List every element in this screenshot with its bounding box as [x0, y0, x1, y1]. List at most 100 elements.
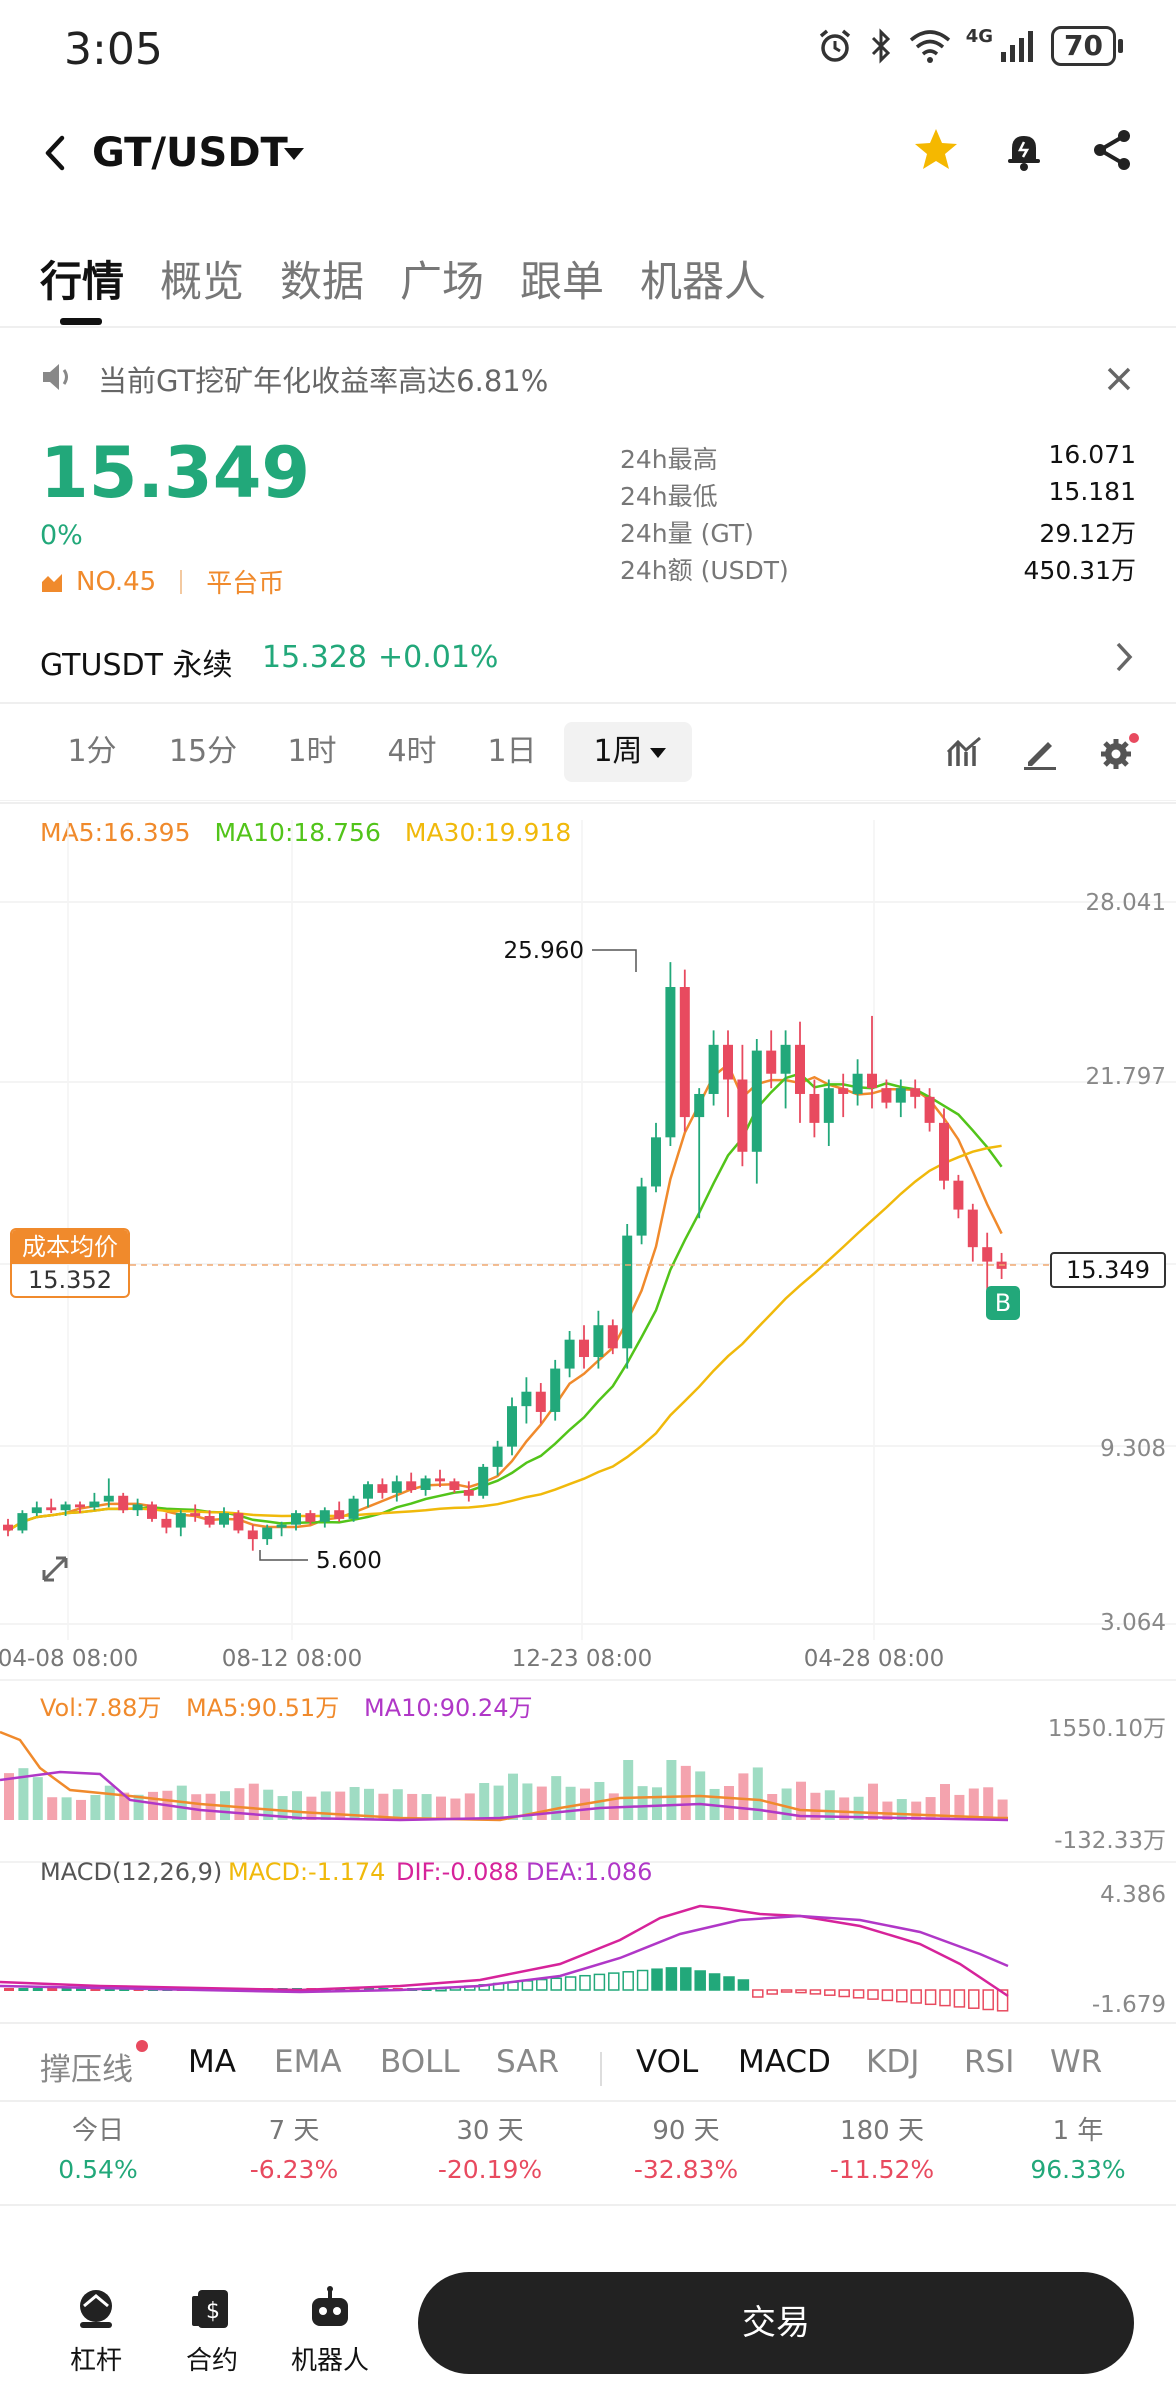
perf-value: -20.19%	[437, 2155, 543, 2184]
speaker-icon	[43, 364, 68, 390]
contract-icon: $	[192, 2290, 228, 2328]
pair-header: GT/USDT	[0, 110, 1176, 200]
status-time: 3:05	[64, 24, 163, 75]
volume-bar	[796, 1781, 806, 1820]
tab-bots[interactable]: 机器人	[640, 248, 766, 309]
perf-label: 30 天	[456, 2116, 524, 2146]
indicator-wr[interactable]: WR	[1050, 2044, 1102, 2080]
notice-banner[interactable]: 当前GT挖矿年化收益率高达6.81%	[40, 354, 1140, 404]
macd-bar	[809, 1989, 822, 1995]
nav-label: 杠杆	[69, 2346, 122, 2376]
settings-icon[interactable]	[1096, 732, 1140, 772]
margin-icon	[80, 2290, 112, 2328]
divider	[0, 2100, 1176, 2102]
price-change-pct: 0%	[40, 520, 83, 551]
candle-body	[334, 1510, 345, 1519]
indicator-vol[interactable]: VOL	[636, 2044, 698, 2080]
trade-button[interactable]: 交易	[418, 2272, 1134, 2374]
star-icon[interactable]	[912, 126, 960, 174]
candle-body	[953, 1180, 964, 1210]
indicator-ma[interactable]: MA	[188, 2044, 236, 2080]
expand-icon[interactable]	[42, 1556, 68, 1582]
candle-body	[723, 1044, 733, 1080]
date-axis-label: 04-08 08:00	[0, 1646, 138, 1672]
perpetual-row[interactable]: GTUSDT 永续 15.328 +0.01%	[40, 640, 1140, 690]
candle-body	[795, 1044, 805, 1094]
timeframe-1d[interactable]: 1日	[472, 722, 552, 782]
indicator-ema[interactable]: EMA	[274, 2044, 342, 2080]
candle-body	[651, 1137, 661, 1187]
macd-bar	[795, 1989, 807, 1994]
perf-col: 30 天 -20.19%	[392, 2110, 588, 2184]
timeframe-15m[interactable]: 15分	[158, 722, 248, 782]
tab-square[interactable]: 广场	[400, 248, 484, 309]
tab-overview[interactable]: 概览	[160, 248, 244, 309]
volume-bar	[464, 1793, 475, 1820]
macd-bar	[723, 1976, 735, 1991]
wifi-icon	[909, 30, 950, 63]
candle-body	[535, 1391, 546, 1412]
close-icon[interactable]	[1104, 364, 1134, 394]
candle-body	[924, 1096, 935, 1123]
rank-row: NO.45 平台币	[40, 563, 284, 600]
volume-bar	[623, 1760, 634, 1820]
indicator-boll[interactable]: BOLL	[380, 2044, 460, 2080]
indicator-macd[interactable]: MACD	[738, 2044, 831, 2080]
nav-futures[interactable]: $ 合约	[162, 2284, 262, 2377]
buy-marker[interactable]: B	[986, 1286, 1020, 1320]
indicator-support-resistance[interactable]: 撑压线	[40, 2044, 133, 2089]
bell-icon[interactable]	[1000, 126, 1048, 174]
macd-bar	[780, 1989, 793, 1993]
draw-icon[interactable]	[1020, 732, 1060, 772]
indicator-tabs: 撑压线 MA EMA BOLL SAR VOL MACD KDJ RSI WR	[0, 2030, 1176, 2100]
tab-active-indicator	[60, 318, 102, 325]
candle-body	[982, 1247, 993, 1262]
price-axis-label: 3.064	[1100, 1610, 1166, 1636]
candle-body	[147, 1504, 157, 1519]
volume-bar	[479, 1783, 490, 1820]
indicator-kdj[interactable]: KDJ	[866, 2044, 919, 2080]
signal-icon	[1001, 31, 1034, 62]
macd-bar	[968, 1989, 980, 2009]
indicator-sar[interactable]: SAR	[496, 2044, 559, 2080]
tab-market[interactable]: 行情	[40, 248, 124, 309]
nav-margin[interactable]: 杠杆	[46, 2284, 146, 2377]
vol-legend: Vol:7.88万	[40, 1694, 161, 1722]
macd-bar	[622, 1971, 634, 1991]
stat-label-low: 24h最低	[620, 482, 718, 511]
macd-bar	[708, 1973, 721, 1991]
timeframe-1m[interactable]: 1分	[52, 722, 132, 782]
macd-bar	[852, 1989, 865, 1999]
dea-legend: DEA:1.086	[526, 1858, 652, 1886]
nav-bots[interactable]: 机器人	[280, 2284, 380, 2377]
pair-title[interactable]: GT/USDT	[92, 130, 288, 176]
timeframe-4h[interactable]: 4时	[372, 722, 452, 782]
tab-data[interactable]: 数据	[280, 248, 364, 309]
tab-copy-trading[interactable]: 跟单	[520, 248, 604, 309]
date-axis-label: 12-23 08:00	[512, 1646, 652, 1672]
candle-body	[967, 1209, 978, 1248]
share-icon[interactable]	[1088, 126, 1136, 174]
status-icons: 4G 70	[816, 26, 1123, 66]
candlestick-chart[interactable]: 28.041 21.797 9.308 3.064 04-08 08:00 08…	[0, 800, 1176, 2020]
pair-dropdown-icon[interactable]	[284, 148, 304, 160]
macd-bar	[18, 1988, 29, 1991]
date-axis-label: 04-28 08:00	[804, 1646, 944, 1672]
timeframe-1w[interactable]: 1周	[564, 722, 692, 782]
macd-bar	[579, 1974, 591, 1991]
perf-col: 90 天 -32.83%	[588, 2110, 784, 2184]
bottom-bar: 杠杆 $ 合约 机器人 交易	[0, 2250, 1176, 2400]
category-tag[interactable]: 平台币	[206, 563, 284, 600]
macd-bar	[651, 1968, 663, 1991]
volume-bar	[652, 1787, 662, 1820]
indicator-rsi[interactable]: RSI	[964, 2044, 1014, 2080]
volume-bar	[32, 1777, 43, 1820]
timeframe-1h[interactable]: 1时	[272, 722, 352, 782]
candle-body	[579, 1339, 589, 1358]
macd-axis-label: 4.386	[1100, 1882, 1166, 1908]
candle-body	[550, 1368, 561, 1412]
candle-body	[276, 1524, 287, 1528]
robot-icon	[312, 2286, 348, 2326]
back-icon[interactable]	[38, 130, 72, 176]
indicator-icon[interactable]	[944, 732, 984, 772]
